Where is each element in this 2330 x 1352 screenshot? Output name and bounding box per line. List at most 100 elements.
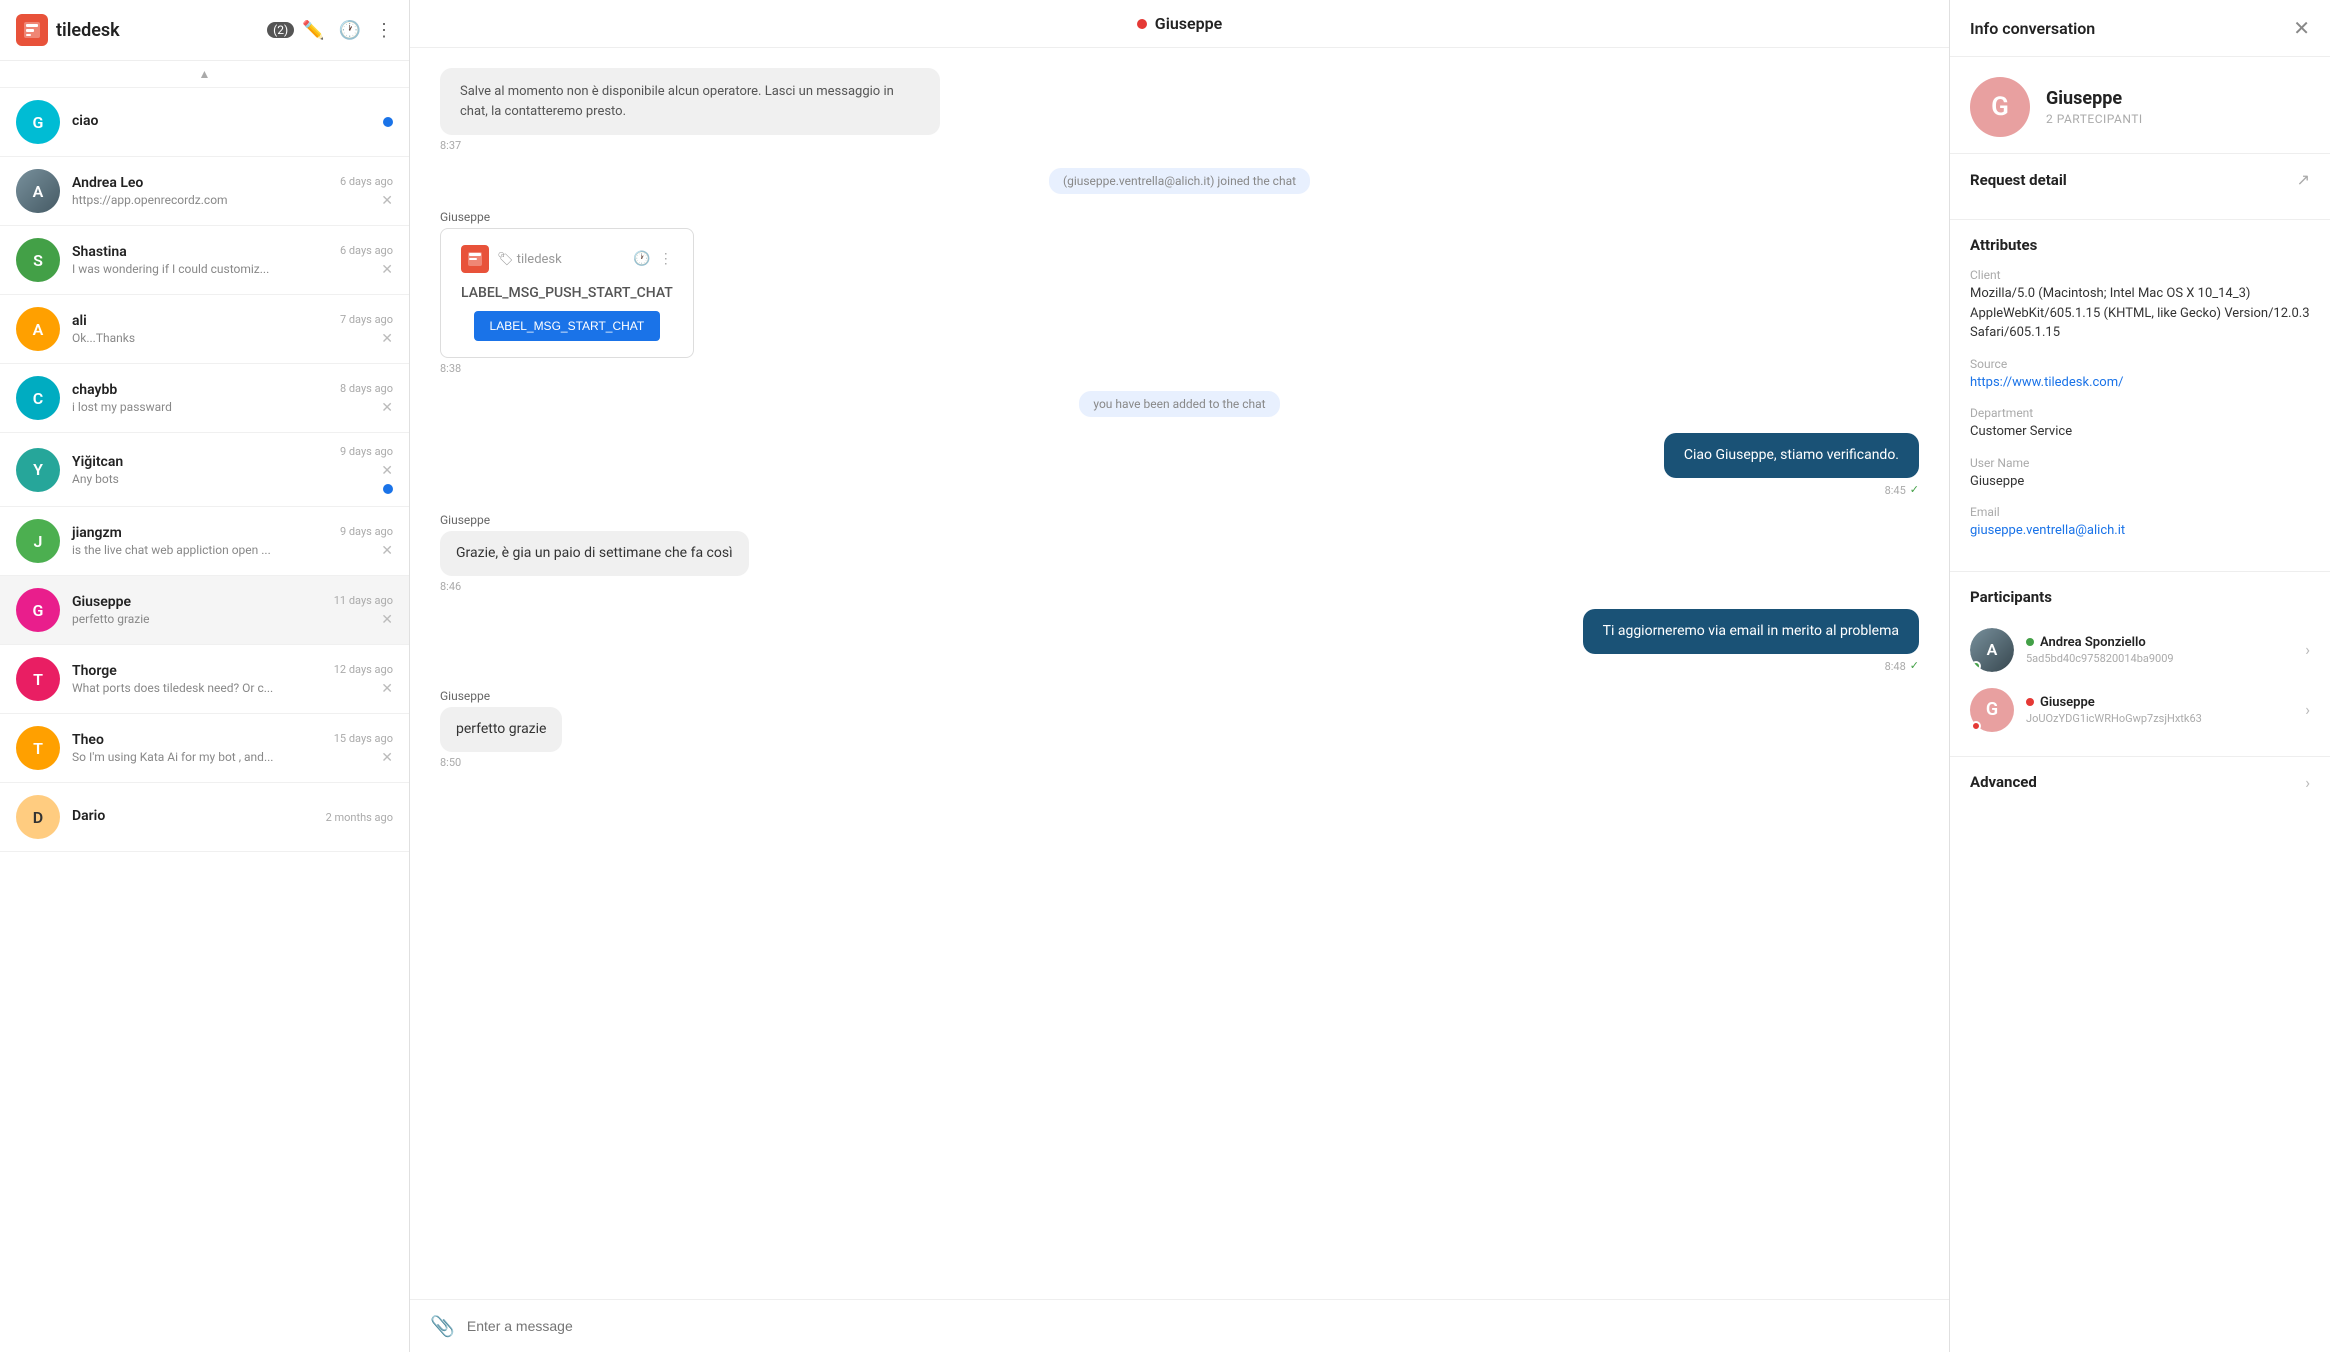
avatar: A — [1970, 628, 2014, 672]
message-time: 8:46 — [440, 580, 461, 593]
message-time: 8:50 — [440, 756, 461, 769]
list-item[interactable]: J jiangzm is the live chat web applictio… — [0, 507, 409, 576]
attr-value-link[interactable]: https://www.tiledesk.com/ — [1970, 375, 2123, 390]
participant-item[interactable]: A Andrea Sponziello 5ad5bd40c975820014ba… — [1970, 620, 2310, 680]
status-dot — [1137, 19, 1147, 29]
conv-meta: 8 days ago ✕ — [340, 382, 393, 415]
list-item[interactable]: A ali Ok...Thanks 7 days ago ✕ — [0, 295, 409, 364]
close-button[interactable]: ✕ — [381, 332, 393, 346]
close-button[interactable]: ✕ — [381, 751, 393, 765]
message-input[interactable] — [467, 1318, 1929, 1334]
close-button[interactable]: ✕ — [381, 401, 393, 415]
conv-preview: Any bots — [72, 472, 328, 486]
attach-icon[interactable]: 📎 — [430, 1314, 455, 1338]
avatar: Y — [16, 448, 60, 492]
conv-body: Theo So I'm using Kata Ai for my bot , a… — [72, 732, 322, 764]
conv-time: 12 days ago — [334, 663, 393, 676]
join-message: you have been added to the chat — [1079, 391, 1279, 417]
avatar: G — [16, 100, 60, 144]
participant-info: Giuseppe JoUOzYDG1icWRHoGwp7zsjHxtk63 — [2026, 695, 2293, 725]
conv-meta: 12 days ago ✕ — [334, 663, 393, 696]
participant-name: Andrea Sponziello — [2026, 635, 2293, 650]
advanced-section[interactable]: Advanced › — [1950, 757, 2330, 808]
chevron-right-icon: › — [2305, 640, 2310, 659]
conv-time: 7 days ago — [340, 313, 393, 326]
conv-meta: 6 days ago ✕ — [340, 244, 393, 277]
list-item[interactable]: D Dario 2 months ago — [0, 783, 409, 852]
list-item[interactable]: G ciao — [0, 88, 409, 157]
close-button[interactable]: ✕ — [381, 194, 393, 208]
attr-email-link[interactable]: giuseppe.ventrella@alich.it — [1970, 523, 2125, 538]
conv-meta — [383, 117, 393, 127]
chat-messages: Salve al momento non è disponibile alcun… — [410, 48, 1949, 1299]
read-check: ✓ — [1910, 659, 1919, 672]
status-dot — [1971, 721, 1981, 731]
close-button[interactable]: ✕ — [381, 263, 393, 277]
bot-start-button[interactable]: LABEL_MSG_START_CHAT — [474, 311, 661, 341]
conv-body: Giuseppe perfetto grazie — [72, 594, 322, 626]
conv-time: 11 days ago — [334, 594, 393, 607]
conv-preview: What ports does tiledesk need? Or c... — [72, 681, 322, 695]
close-button[interactable]: ✕ — [381, 613, 393, 627]
conv-time: 6 days ago — [340, 175, 393, 188]
avatar: J — [16, 519, 60, 563]
close-button[interactable]: ✕ — [381, 544, 393, 558]
conv-time: 6 days ago — [340, 244, 393, 257]
list-item[interactable]: T Theo So I'm using Kata Ai for my bot ,… — [0, 714, 409, 783]
message-row: Ciao Giuseppe, stiamo verificando. 8:45 … — [440, 433, 1919, 497]
external-link-icon[interactable]: ↗ — [2297, 170, 2310, 189]
scroll-up-container: ▲ — [0, 61, 409, 88]
bot-label: LABEL_MSG_PUSH_START_CHAT — [461, 285, 673, 301]
sidebar-count: (2) — [267, 22, 294, 38]
sidebar: tiledesk (2) ✏️ 🕐 ⋮ ▲ G ciao A — [0, 0, 410, 1352]
scroll-up-icon[interactable]: ▲ — [199, 67, 211, 81]
info-user-details: Giuseppe 2 PARTECIPANTI — [2046, 88, 2143, 126]
conv-preview: i lost my passward — [72, 400, 328, 414]
chevron-right-icon: › — [2305, 773, 2310, 792]
edit-icon[interactable]: ✏️ — [302, 20, 324, 41]
attr-value: Giuseppe — [1970, 472, 2310, 492]
list-item[interactable]: Y Yiğitcan Any bots 9 days ago ✕ — [0, 433, 409, 507]
conv-name: Theo — [72, 732, 322, 748]
conv-preview: So I'm using Kata Ai for my bot , and... — [72, 750, 322, 764]
conv-name: ciao — [72, 113, 371, 129]
conv-time: 9 days ago — [340, 445, 393, 458]
message-time: 8:38 — [440, 362, 461, 375]
participant-id: JoUOzYDG1icWRHoGwp7zsjHxtk63 — [2026, 712, 2293, 725]
close-icon[interactable]: ✕ — [2293, 16, 2310, 40]
sidebar-title: tiledesk — [56, 20, 257, 41]
tiledesk-logo — [16, 14, 48, 46]
info-user-name: Giuseppe — [2046, 88, 2143, 109]
status-dot — [1971, 661, 1981, 671]
participants-section: Participants A Andrea Sponziello 5ad5bd4… — [1950, 572, 2330, 757]
list-item[interactable]: T Thorge What ports does tiledesk need? … — [0, 645, 409, 714]
list-item[interactable]: S Shastina I was wondering if I could cu… — [0, 226, 409, 295]
attr-label: Email — [1970, 505, 2310, 519]
chat-bubble-outgoing: Ti aggiorneremo via email in merito al p… — [1583, 609, 1919, 654]
sender-name: Giuseppe — [440, 513, 490, 527]
list-item[interactable]: A Andrea Leo https://app.openrecordz.com… — [0, 157, 409, 226]
conv-name: jiangzm — [72, 525, 328, 541]
participant-info: Andrea Sponziello 5ad5bd40c975820014ba90… — [2026, 635, 2293, 665]
close-button[interactable]: ✕ — [381, 682, 393, 696]
bot-card-header: 🏷 tiledesk 🕐 ⋮ — [461, 245, 673, 273]
close-button[interactable]: ✕ — [381, 464, 393, 478]
sidebar-actions: ✏️ 🕐 ⋮ — [302, 20, 393, 41]
attr-source: Source https://www.tiledesk.com/ — [1970, 357, 2310, 393]
attr-username: User Name Giuseppe — [1970, 456, 2310, 492]
list-item[interactable]: G Giuseppe perfetto grazie 11 days ago ✕ — [0, 576, 409, 645]
list-item[interactable]: C chaybb i lost my passward 8 days ago ✕ — [0, 364, 409, 433]
message-row: Giuseppe 🏷 tiledesk 🕐 ⋮ — [440, 210, 1919, 375]
unread-dot — [383, 484, 393, 494]
more-icon[interactable]: ⋮ — [375, 20, 393, 41]
sender-name: Giuseppe — [440, 210, 490, 224]
conv-body: ali Ok...Thanks — [72, 313, 328, 345]
conv-meta: 7 days ago ✕ — [340, 313, 393, 346]
history-icon[interactable]: 🕐 — [339, 20, 361, 41]
conv-preview: https://app.openrecordz.com — [72, 193, 328, 207]
conv-meta: 6 days ago ✕ — [340, 175, 393, 208]
chat-panel: Giuseppe Salve al momento non è disponib… — [410, 0, 1950, 1352]
participant-item[interactable]: G Giuseppe JoUOzYDG1icWRHoGwp7zsjHxtk63 … — [1970, 680, 2310, 740]
message-row: Ti aggiorneremo via email in merito al p… — [440, 609, 1919, 673]
conv-meta: 9 days ago ✕ — [340, 525, 393, 558]
